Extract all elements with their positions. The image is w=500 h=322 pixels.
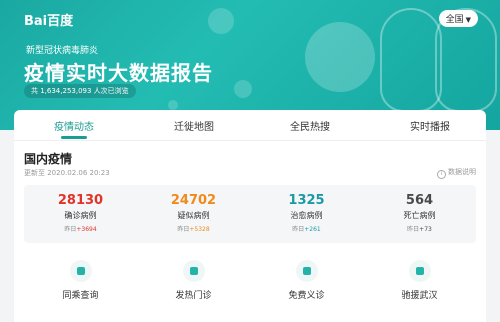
virus-illustration bbox=[234, 80, 252, 98]
quick-link-label: 驰援武汉 bbox=[401, 291, 438, 301]
heart-icon bbox=[408, 260, 431, 282]
tab-bar: 疫情动态 迁徙地图 全民热搜 实时播报 bbox=[14, 110, 486, 141]
stat-value: 28130 bbox=[57, 193, 104, 208]
person-icon bbox=[69, 260, 92, 282]
section-title: 国内疫情 bbox=[24, 152, 73, 166]
logo-text: Bai百度 bbox=[24, 14, 74, 29]
stat-label: 死亡病例 bbox=[403, 211, 436, 220]
tab-epidemic-updates[interactable]: 疫情动态 bbox=[54, 118, 94, 133]
chat-icon bbox=[295, 260, 318, 282]
stat-label: 确诊病例 bbox=[64, 211, 97, 220]
baidu-logo[interactable]: Bai百度 bbox=[24, 10, 73, 29]
stat-change: 昨日+261 bbox=[292, 226, 321, 233]
quick-link-label: 免费义诊 bbox=[288, 291, 325, 301]
quick-link-label: 同乘查询 bbox=[62, 291, 99, 301]
quick-link-label: 发热门诊 bbox=[175, 291, 212, 301]
tab-hot-searches[interactable]: 全民热搜 bbox=[290, 118, 330, 133]
stat-confirmed: 28130 确诊病例 昨日+3694 bbox=[24, 193, 137, 233]
region-label: 全国 bbox=[445, 15, 464, 25]
stat-suspected: 24702 疑似病例 昨日+5328 bbox=[137, 193, 250, 233]
content-card: 疫情动态 迁徙地图 全民热搜 实时播报 国内疫情 更新至 2020.02.06 … bbox=[14, 110, 486, 322]
virus-illustration bbox=[208, 8, 234, 34]
stat-deaths: 564 死亡病例 昨日+73 bbox=[363, 193, 476, 233]
stat-change: 昨日+3694 bbox=[64, 226, 97, 233]
stat-value: 24702 bbox=[170, 193, 217, 208]
virus-illustration bbox=[305, 22, 375, 92]
stat-label: 疑似病例 bbox=[177, 211, 210, 220]
location-icon bbox=[182, 260, 205, 282]
stat-value: 1325 bbox=[288, 193, 325, 208]
quick-link-fever-clinic[interactable]: 发热门诊 bbox=[137, 260, 250, 301]
tab-migration-map[interactable]: 迁徙地图 bbox=[174, 118, 214, 133]
active-tab-indicator bbox=[61, 136, 87, 139]
lung-illustration bbox=[380, 8, 442, 112]
tab-live-broadcast[interactable]: 实时播报 bbox=[410, 118, 450, 133]
stats-panel: 28130 确诊病例 昨日+3694 24702 疑似病例 昨日+5328 13… bbox=[24, 185, 476, 243]
data-note-label: 数据说明 bbox=[448, 168, 476, 176]
update-timestamp: 更新至 2020.02.06 20:23 bbox=[24, 169, 110, 177]
quick-link-free-consult[interactable]: 免费义诊 bbox=[250, 260, 363, 301]
quick-link-aid-wuhan[interactable]: 驰援武汉 bbox=[363, 260, 476, 301]
virus-illustration bbox=[168, 100, 178, 110]
stat-change: 昨日+5328 bbox=[177, 226, 210, 233]
stat-change: 昨日+73 bbox=[407, 226, 432, 233]
data-note-link[interactable]: i 数据说明 bbox=[437, 167, 476, 179]
stat-cured: 1325 治愈病例 昨日+261 bbox=[250, 193, 363, 233]
caret-down-icon: ▼ bbox=[465, 16, 471, 24]
stat-value: 564 bbox=[405, 193, 434, 208]
page-title: 疫情实时大数据报告 bbox=[24, 61, 213, 85]
page-subtitle: 新型冠状病毒肺炎 bbox=[26, 46, 99, 56]
stat-label: 治愈病例 bbox=[290, 211, 323, 220]
info-icon: i bbox=[437, 170, 446, 179]
view-count: 共 1,634,253,093 人次已浏览 bbox=[24, 84, 136, 98]
region-selector-button[interactable]: 全国 ▼ bbox=[438, 10, 478, 27]
quick-link-same-ride[interactable]: 同乘查询 bbox=[24, 260, 137, 301]
